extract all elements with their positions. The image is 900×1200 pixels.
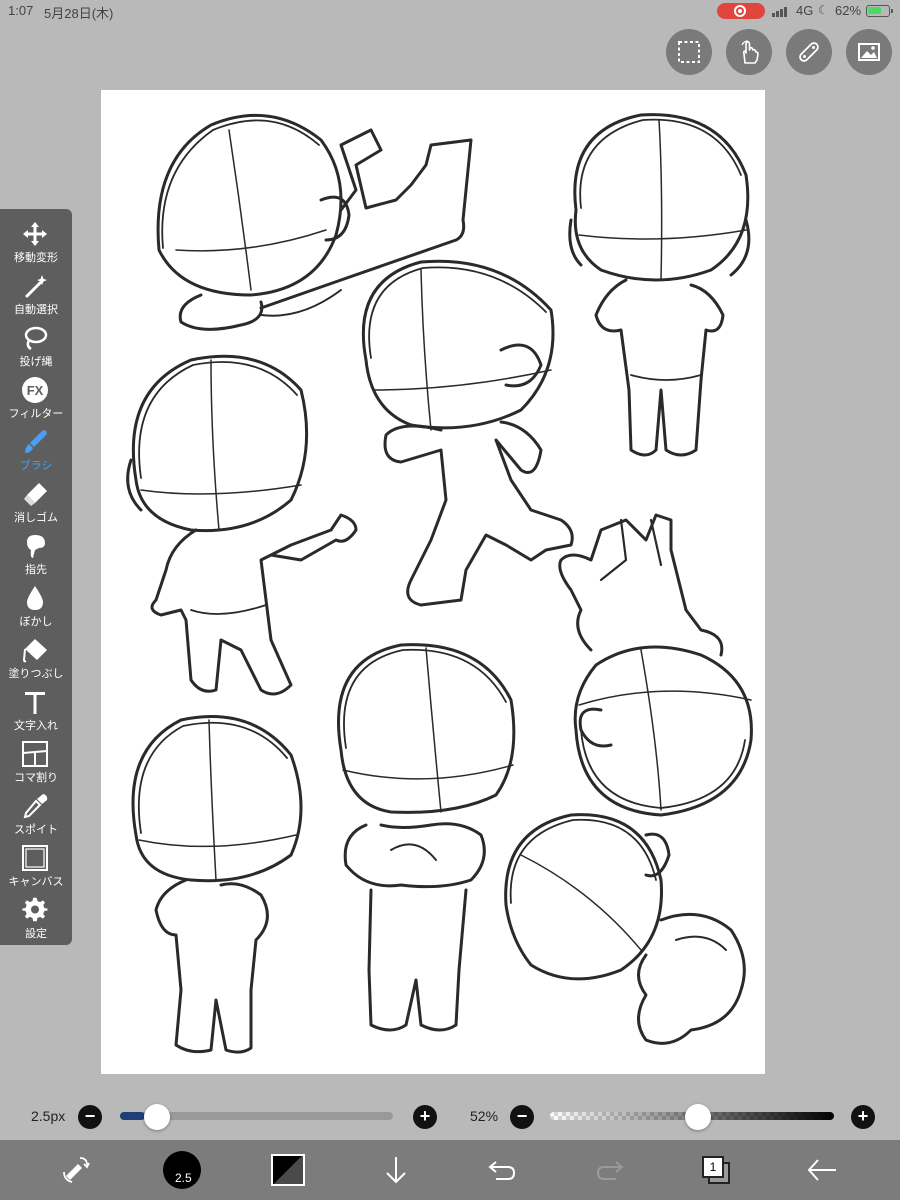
tool-canvas[interactable]: キャンバス (0, 841, 72, 893)
back-arrow-icon[interactable] (802, 1150, 842, 1190)
lasso-icon (24, 326, 48, 351)
fill-bucket-icon (22, 639, 47, 663)
tool-label: 自動選択 (14, 304, 58, 316)
drawing-canvas[interactable] (101, 90, 765, 1074)
tool-label: 投げ縄 (19, 356, 53, 368)
gesture-hand-icon[interactable] (726, 29, 772, 75)
brush-size-minus-button[interactable]: − (78, 1105, 102, 1129)
status-date: 5月28日(木) (44, 6, 114, 21)
brush-size-plus-button[interactable]: + (413, 1105, 437, 1129)
color-swatch-icon[interactable] (271, 1154, 305, 1186)
tool-text[interactable]: 文字入れ (0, 685, 72, 737)
signal-strength-icon (772, 6, 792, 17)
tool-label: 移動変形 (14, 252, 58, 264)
tool-frame-divider[interactable]: コマ割り (0, 737, 72, 789)
opacity-slider-knob[interactable] (684, 1104, 711, 1130)
status-bar: 1:07 5月28日(木) 4G ☾ 62% (0, 0, 900, 22)
tool-brush[interactable]: ブラシ (0, 425, 72, 477)
redo-icon[interactable] (590, 1150, 630, 1190)
tool-label: ブラシ (19, 460, 53, 472)
blur-drop-icon (27, 586, 43, 610)
tool-blur[interactable]: ぼかし (0, 581, 72, 633)
tool-eraser[interactable]: 消しゴム (0, 477, 72, 529)
sketch-figure-back-right (568, 113, 751, 457)
brush-size-preview[interactable]: 2.5 (163, 1151, 201, 1189)
tool-label: コマ割り (14, 772, 58, 784)
svg-text:FX: FX (27, 383, 44, 398)
battery-percent: 62% (835, 3, 862, 18)
tool-label: 文字入れ (14, 720, 58, 732)
battery-icon (866, 5, 893, 17)
tool-finger[interactable]: 指先 (0, 529, 72, 581)
text-icon (25, 692, 45, 714)
brush-size-slider-knob[interactable] (143, 1104, 170, 1130)
screen-recording-icon[interactable] (717, 3, 765, 19)
eyedropper-icon (23, 794, 48, 819)
magic-wand-icon (25, 275, 47, 298)
tool-filter[interactable]: FX フィルター (0, 373, 72, 425)
tool-lasso[interactable]: 投げ縄 (0, 321, 72, 373)
tool-label: 指先 (25, 564, 47, 576)
tool-auto-select[interactable]: 自動選択 (0, 269, 72, 321)
sketch-figure-upsidedown (558, 513, 753, 817)
sketch-figure-lying (156, 113, 473, 331)
slider-row: 2.5px − + 52% − + (0, 1098, 900, 1138)
tool-label: フィルター (8, 408, 64, 420)
gallery-icon[interactable] (846, 29, 892, 75)
eraser-icon (24, 483, 47, 506)
sketch-figure-running (361, 259, 574, 607)
do-not-disturb-icon: ☾ (818, 3, 829, 17)
opacity-plus-button[interactable]: + (851, 1105, 875, 1129)
tool-fill[interactable]: 塗りつぶし (0, 633, 72, 685)
network-type: 4G (796, 3, 814, 18)
brush-size-fill (120, 1112, 145, 1120)
filter-fx-icon: FX (22, 377, 48, 403)
tool-label: スポイト (14, 824, 58, 836)
sketch-artwork (126, 113, 753, 1054)
selection-icon[interactable] (666, 29, 712, 75)
brush-icon (25, 430, 47, 453)
tool-label: 消しゴム (14, 512, 58, 524)
bottom-bar: 2.5 1 (0, 1140, 900, 1200)
settings-gear-icon (22, 897, 48, 922)
download-arrow-icon[interactable] (376, 1150, 416, 1190)
frame-divider-icon (22, 741, 48, 767)
finger-smudge-icon (27, 535, 45, 558)
tool-eyedropper[interactable]: スポイト (0, 789, 72, 841)
opacity-minus-button[interactable]: − (510, 1105, 534, 1129)
sketch-figure-arms-crossed (337, 643, 516, 1032)
canvas-icon (22, 845, 48, 871)
sketch-figure-waving (126, 354, 358, 696)
opacity-value: 52% (470, 1108, 499, 1124)
layer-count: 1 (702, 1156, 724, 1178)
move-transform-icon (23, 222, 47, 246)
tool-settings[interactable]: 設定 (0, 893, 72, 945)
tool-label: 設定 (25, 928, 47, 940)
tool-label: 塗りつぶし (8, 668, 64, 680)
brush-size-preview-label: 2.5 (175, 1171, 192, 1185)
tool-label: ぼかし (19, 616, 53, 628)
brush-size-value: 2.5px (31, 1108, 66, 1124)
tool-move-transform[interactable]: 移動変形 (0, 217, 72, 269)
sketch-figure-crouching (504, 813, 746, 1045)
swap-tools-icon[interactable] (56, 1150, 96, 1190)
layers-icon[interactable]: 1 (702, 1156, 730, 1184)
ruler-icon[interactable] (786, 29, 832, 75)
left-toolbar: 移動変形 自動選択 投げ縄 FX フィルター ブラシ 消しゴム 指先 ぼかし 塗… (0, 209, 72, 945)
status-time: 1:07 (8, 3, 34, 18)
sketch-figure-back-left (131, 715, 303, 1054)
undo-icon[interactable] (482, 1150, 522, 1190)
tool-label: キャンバス (8, 876, 64, 888)
